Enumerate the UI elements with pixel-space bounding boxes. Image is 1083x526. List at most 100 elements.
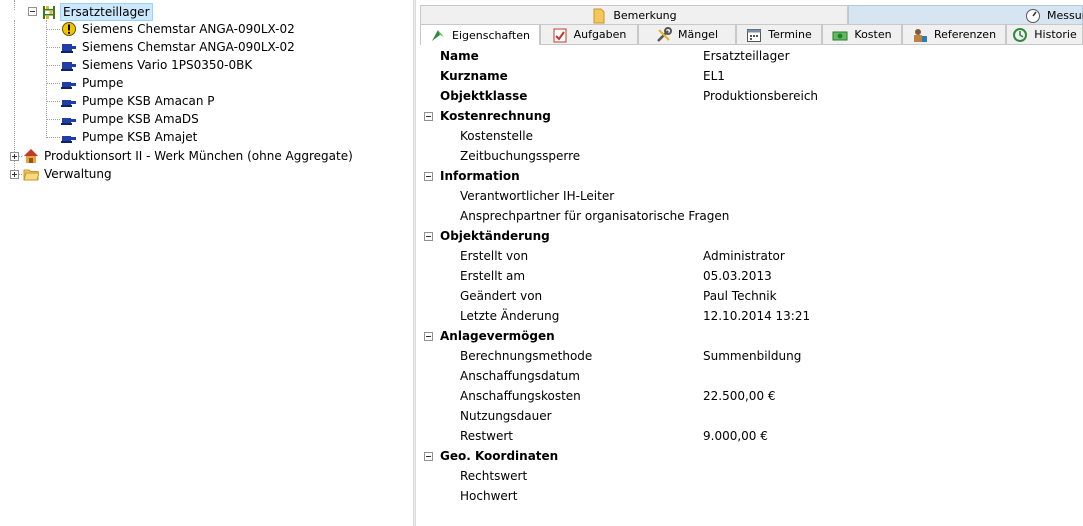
property-label: Geändert von xyxy=(460,289,543,303)
property-label: Rechtswert xyxy=(460,469,528,483)
property-value[interactable]: Produktionsbereich xyxy=(703,89,818,103)
property-label: Kurzname xyxy=(440,69,508,83)
motor-icon xyxy=(61,57,77,73)
tab-label: Referenzen xyxy=(933,28,997,41)
tab-label: Mängel xyxy=(677,28,718,41)
collapse-toggle[interactable] xyxy=(424,231,433,241)
property-row[interactable]: Erstellt am 05.03.2013 xyxy=(420,266,1083,286)
tree-item-child[interactable]: Pumpe KSB AmaDS xyxy=(61,110,201,128)
property-value[interactable]: 12.10.2014 13:21 xyxy=(703,309,810,323)
tree-item-ersatzteillager[interactable]: Ersatzteillager xyxy=(41,3,153,21)
tree-item-child[interactable]: Pumpe xyxy=(61,74,125,92)
tab-referenzen[interactable]: Referenzen xyxy=(902,24,1006,44)
collapse-toggle[interactable] xyxy=(424,171,433,181)
storage-shelf-icon xyxy=(41,4,57,20)
tab-eigenschaften[interactable]: Eigenschaften xyxy=(420,24,540,45)
tree-item-child[interactable]: Pumpe KSB Amacan P xyxy=(61,92,217,110)
tab-row-top: Bemerkung Messun xyxy=(420,5,1083,25)
tab-historie[interactable]: Historie xyxy=(1006,24,1083,44)
history-icon xyxy=(1012,27,1028,43)
tree-item-child[interactable]: Siemens Vario 1PS0350-0BK xyxy=(61,56,254,74)
category-row[interactable]: Kostenrechnung xyxy=(420,106,1083,126)
property-row[interactable]: Rechtswert xyxy=(420,466,1083,486)
property-value[interactable]: 9.000,00 € xyxy=(703,429,768,443)
property-value[interactable]: Ersatzteillager xyxy=(703,49,790,63)
collapse-toggle-ersatzteillager[interactable] xyxy=(28,7,37,16)
tab-label: Aufgaben xyxy=(573,28,627,41)
expand-toggle-verwaltung[interactable] xyxy=(10,170,19,179)
property-row[interactable]: Letzte Änderung 12.10.2014 13:21 xyxy=(420,306,1083,326)
references-icon xyxy=(912,27,928,43)
properties-icon xyxy=(430,27,446,43)
property-row[interactable]: Anschaffungskosten 22.500,00 € xyxy=(420,386,1083,406)
property-label: Erstellt am xyxy=(460,269,526,283)
money-icon xyxy=(832,27,848,43)
property-row[interactable]: Restwert 9.000,00 € xyxy=(420,426,1083,446)
note-icon xyxy=(591,8,607,24)
tree-item-label: Pumpe KSB Amacan P xyxy=(82,94,215,108)
tab-bemerkung[interactable]: Bemerkung xyxy=(420,5,848,25)
collapse-toggle[interactable] xyxy=(424,451,433,461)
tab-termine[interactable]: Termine xyxy=(736,24,822,44)
property-label: Letzte Änderung xyxy=(460,309,560,323)
splitter[interactable] xyxy=(413,0,416,526)
expand-toggle-produktionsort[interactable] xyxy=(10,152,19,161)
tab-label: Messun xyxy=(1047,9,1083,22)
checklist-icon xyxy=(552,27,568,43)
property-row[interactable]: Erstellt von Administrator xyxy=(420,246,1083,266)
property-label: Name xyxy=(440,49,479,63)
collapse-toggle[interactable] xyxy=(424,331,433,341)
tree-item-child[interactable]: Siemens Chemstar ANGA-090LX-02 xyxy=(61,20,297,38)
property-row[interactable]: Kostenstelle xyxy=(420,126,1083,146)
property-value[interactable]: Administrator xyxy=(703,249,785,263)
property-value[interactable]: Paul Technik xyxy=(703,289,777,303)
property-row[interactable]: Verantwortlicher IH-Leiter xyxy=(420,186,1083,206)
property-row[interactable]: Nutzungsdauer xyxy=(420,406,1083,426)
property-row[interactable]: Kurzname EL1 xyxy=(420,66,1083,86)
collapse-toggle[interactable] xyxy=(424,111,433,121)
property-row[interactable]: Hochwert xyxy=(420,486,1083,506)
tab-kosten[interactable]: Kosten xyxy=(822,24,902,44)
property-row[interactable]: Anschaffungsdatum xyxy=(420,366,1083,386)
tree-item-produktionsort[interactable]: Produktionsort II - Werk München (ohne A… xyxy=(23,147,355,165)
property-row[interactable]: Ansprechpartner für organisatorische Fra… xyxy=(420,206,1083,226)
house-icon xyxy=(23,148,39,164)
category-row[interactable]: Anlagevermögen xyxy=(420,326,1083,346)
category-row[interactable]: Information xyxy=(420,166,1083,186)
tree-item-child[interactable]: Pumpe KSB Amajet xyxy=(61,128,199,146)
tab-messung[interactable]: Messun xyxy=(848,5,1083,25)
property-value[interactable]: 22.500,00 € xyxy=(703,389,776,403)
pump-icon xyxy=(61,75,77,91)
tab-row: Eigenschaften Aufgaben Mängel Termine Ko… xyxy=(420,24,1083,45)
category-label: Information xyxy=(440,169,520,183)
property-value[interactable]: Summenbildung xyxy=(703,349,801,363)
tab-aufgaben[interactable]: Aufgaben xyxy=(540,24,638,44)
tree-item-label: Pumpe KSB AmaDS xyxy=(82,112,199,126)
property-label: Hochwert xyxy=(460,489,518,503)
category-row[interactable]: Objektänderung xyxy=(420,226,1083,246)
property-row[interactable]: Objektklasse Produktionsbereich xyxy=(420,86,1083,106)
property-row[interactable]: Zeitbuchungssperre xyxy=(420,146,1083,166)
category-row[interactable]: Geo. Koordinaten xyxy=(420,446,1083,466)
property-label: Nutzungsdauer xyxy=(460,409,552,423)
property-value[interactable]: EL1 xyxy=(703,69,725,83)
tab-label: Bemerkung xyxy=(613,9,677,22)
property-row[interactable]: Berechnungsmethode Summenbildung xyxy=(420,346,1083,366)
gear-warning-icon xyxy=(61,21,77,37)
folder-icon xyxy=(23,166,40,182)
property-label: Berechnungsmethode xyxy=(460,349,593,363)
property-label: Zeitbuchungssperre xyxy=(460,149,581,163)
property-row[interactable]: Name Ersatzteillager xyxy=(420,46,1083,66)
tab-label: Kosten xyxy=(854,28,892,41)
property-label: Erstellt von xyxy=(460,249,529,263)
pump-icon xyxy=(61,93,77,109)
property-value[interactable]: 05.03.2013 xyxy=(703,269,772,283)
tree-item-label: Pumpe KSB Amajet xyxy=(82,130,198,144)
property-row[interactable]: Geändert von Paul Technik xyxy=(420,286,1083,306)
tree-item-label: Verwaltung xyxy=(44,167,112,181)
property-label: Ansprechpartner für organisatorische Fra… xyxy=(460,209,730,223)
tree-item-label: Siemens Chemstar ANGA-090LX-02 xyxy=(82,40,295,54)
tree-item-verwaltung[interactable]: Verwaltung xyxy=(23,165,114,183)
tab-maengel[interactable]: Mängel xyxy=(638,24,736,44)
tree-item-child[interactable]: Siemens Chemstar ANGA-090LX-02 xyxy=(61,38,297,56)
